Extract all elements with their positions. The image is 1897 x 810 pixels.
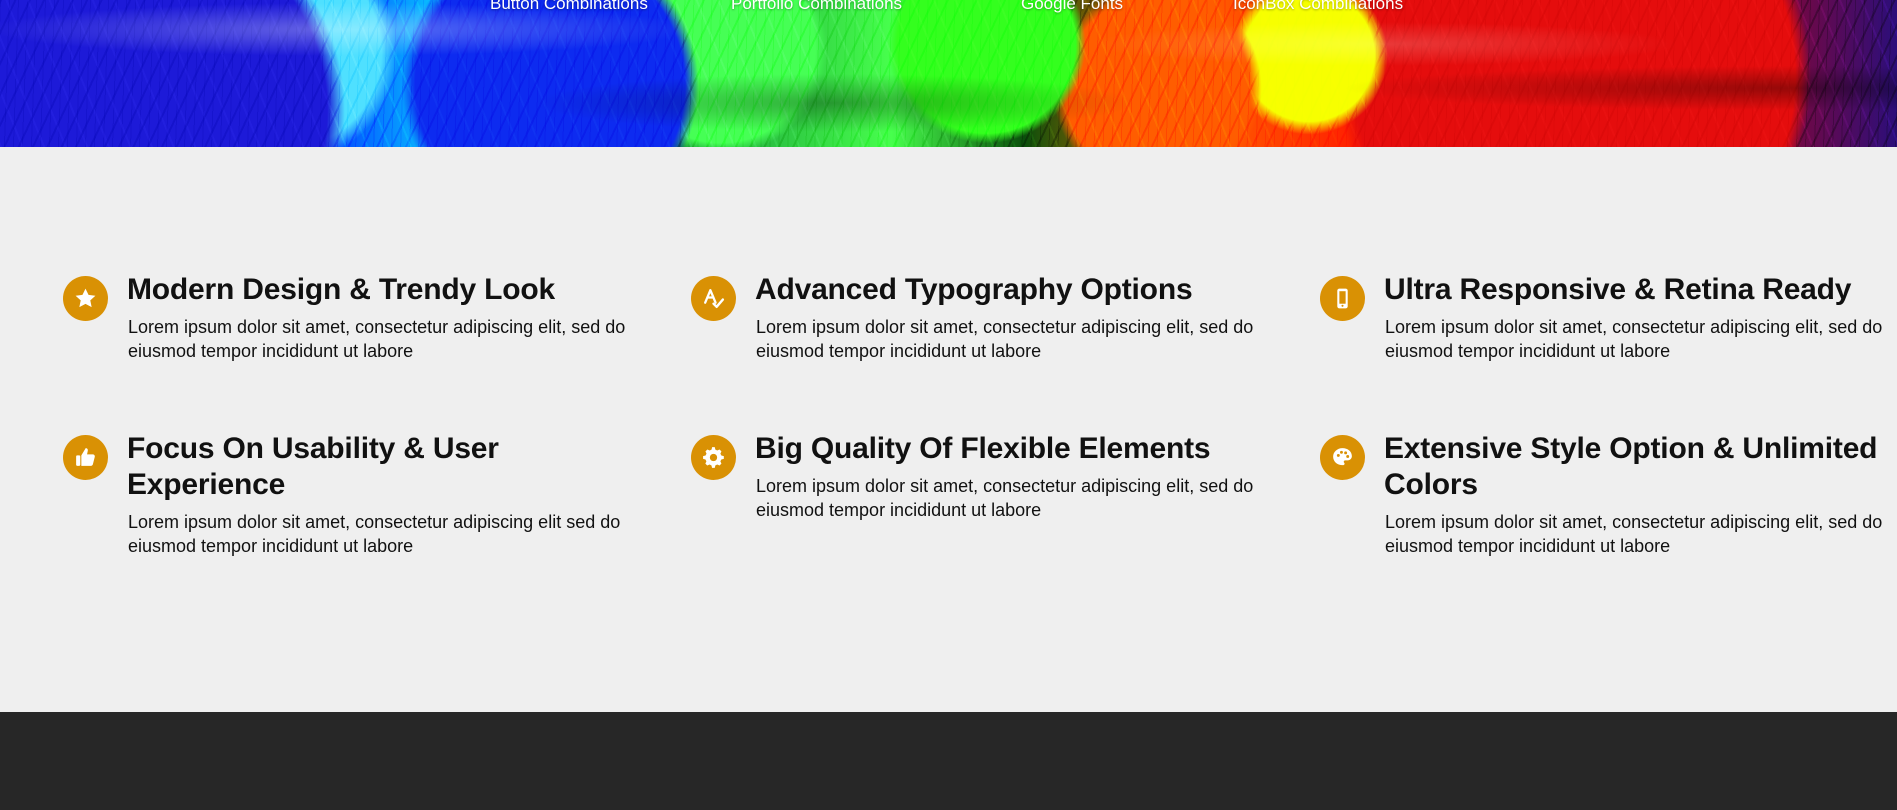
- feature-description: Lorem ipsum dolor sit amet, consectetur …: [756, 476, 1254, 520]
- feature-description: Lorem ipsum dolor sit amet, consectetur …: [756, 317, 1254, 361]
- features-section: Modern Design & Trendy Look Lorem ipsum …: [0, 147, 1897, 712]
- spellcheck-icon: [691, 276, 736, 321]
- thumbs-up-icon: [63, 435, 108, 480]
- feature-title: Extensive Style Option & Unlimited Color…: [1384, 432, 1878, 501]
- feature-description: Lorem ipsum dolor sit amet, consectetur …: [128, 512, 621, 556]
- feature-title: Focus On Usability & User Experience: [127, 432, 499, 501]
- nav-link-button-combinations[interactable]: Button Combinations: [490, 0, 731, 15]
- star-icon: [63, 276, 108, 321]
- feature-title: Big Quality Of Flexible Elements: [755, 432, 1211, 465]
- feature-description: Lorem ipsum dolor sit amet, consectetur …: [1385, 512, 1883, 556]
- mobile-phone-icon: [1320, 276, 1365, 321]
- gear-icon: [691, 435, 736, 480]
- hero-banner: Button Combinations Portfolio Combinatio…: [0, 0, 1897, 147]
- palette-icon: [1320, 435, 1365, 480]
- nav-link-google-fonts[interactable]: Google Fonts: [1021, 0, 1233, 15]
- top-navigation: Button Combinations Portfolio Combinatio…: [490, 0, 1423, 15]
- feature-title: Ultra Responsive & Retina Ready: [1384, 273, 1852, 306]
- feature-description: Lorem ipsum dolor sit amet, consectetur …: [128, 317, 626, 361]
- nav-link-portfolio-combinations[interactable]: Portfolio Combinations: [731, 0, 1021, 15]
- nav-link-iconbox-combinations[interactable]: IconBox Combinations: [1233, 0, 1423, 15]
- feature-title: Advanced Typography Options: [755, 273, 1193, 306]
- feature-description: Lorem ipsum dolor sit amet, consectetur …: [1385, 317, 1883, 361]
- footer: [0, 712, 1897, 810]
- feature-title: Modern Design & Trendy Look: [127, 273, 555, 306]
